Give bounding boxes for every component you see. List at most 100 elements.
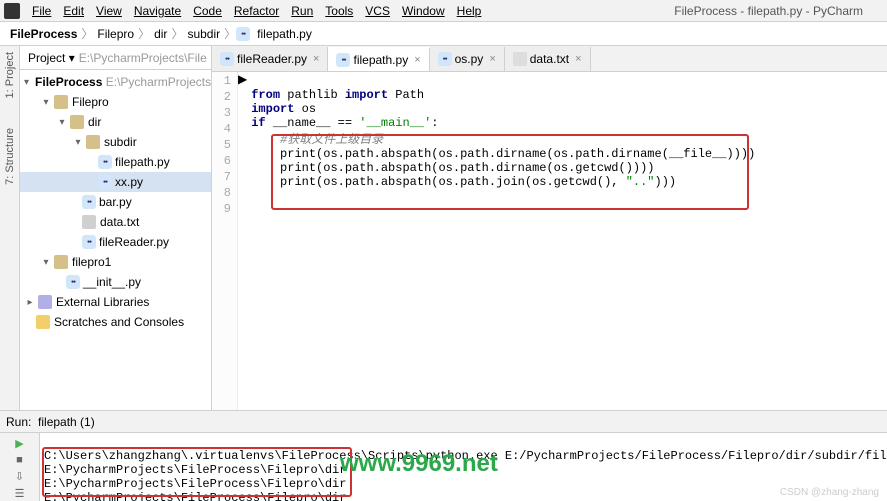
breadcrumb-item[interactable]: subdir bbox=[183, 27, 224, 41]
python-file-icon bbox=[236, 27, 250, 41]
run-tab-label[interactable]: filepath (1) bbox=[38, 415, 95, 429]
tree-label: Scratches and Consoles bbox=[54, 315, 184, 329]
editor-tab[interactable]: data.txt × bbox=[505, 47, 591, 71]
chevron-right-icon[interactable]: ▸ bbox=[24, 296, 36, 308]
project-root-path: E:\PycharmProjects\File bbox=[79, 51, 207, 65]
down-icon[interactable]: ⇩ bbox=[13, 470, 27, 483]
menu-file[interactable]: File bbox=[26, 2, 57, 20]
tree-node-external-libraries[interactable]: ▸ External Libraries bbox=[20, 292, 211, 312]
stop-icon[interactable]: ■ bbox=[13, 454, 27, 466]
close-icon[interactable]: × bbox=[489, 53, 495, 65]
tree-label: filepro1 bbox=[72, 255, 111, 269]
run-header: Run: filepath (1) bbox=[0, 411, 887, 433]
menu-vcs[interactable]: VCS bbox=[359, 2, 396, 20]
tree-node-file[interactable]: __init__.py bbox=[20, 272, 211, 292]
close-icon[interactable]: × bbox=[414, 54, 420, 66]
menu-tools[interactable]: Tools bbox=[319, 2, 359, 20]
chevron-down-icon[interactable]: ▾ bbox=[40, 96, 52, 108]
tab-label: filepath.py bbox=[353, 53, 408, 67]
editor-tab-active[interactable]: filepath.py × bbox=[328, 47, 429, 71]
tree-node-file[interactable]: data.txt bbox=[20, 212, 211, 232]
breadcrumb-file[interactable]: filepath.py bbox=[253, 27, 316, 41]
tree-node-folder[interactable]: ▾ dir bbox=[20, 112, 211, 132]
scratch-icon bbox=[36, 315, 50, 329]
text-file-icon bbox=[513, 52, 527, 66]
tree-node-folder[interactable]: ▾ Filepro bbox=[20, 92, 211, 112]
project-header: Project ▾ E:\PycharmProjects\File bbox=[20, 46, 211, 70]
menu-bar: File Edit View Navigate Code Refactor Ru… bbox=[0, 0, 887, 22]
run-gutter-icon[interactable]: ▶ bbox=[238, 72, 247, 410]
menu-refactor[interactable]: Refactor bbox=[228, 2, 285, 20]
tree-node-file[interactable]: fileReader.py bbox=[20, 232, 211, 252]
tree-label: bar.py bbox=[99, 195, 132, 209]
tree-node-file[interactable]: bar.py bbox=[20, 192, 211, 212]
folder-icon bbox=[70, 115, 84, 129]
project-tree[interactable]: ▾ FileProcess E:\PycharmProjects\File ▾ … bbox=[20, 70, 211, 410]
code-editor[interactable]: from pathlib import Path import os if __… bbox=[247, 72, 887, 410]
project-tool-window: Project ▾ E:\PycharmProjects\File ▾ File… bbox=[20, 46, 212, 410]
breadcrumb: FileProcess 〉 Filepro 〉 dir 〉 subdir 〉 f… bbox=[0, 22, 887, 46]
chevron-down-icon[interactable]: ▾ bbox=[40, 256, 52, 268]
tab-label: os.py bbox=[455, 52, 484, 66]
menu-edit[interactable]: Edit bbox=[57, 2, 90, 20]
tree-label: data.txt bbox=[100, 215, 139, 229]
tree-label: Filepro bbox=[72, 95, 109, 109]
menu-navigate[interactable]: Navigate bbox=[128, 2, 187, 20]
folder-icon bbox=[54, 95, 68, 109]
app-logo-icon bbox=[4, 3, 20, 19]
tree-node-file[interactable]: filepath.py bbox=[20, 152, 211, 172]
code-text: pathlib bbox=[287, 88, 345, 102]
toolwindow-tab-structure[interactable]: 7: Structure bbox=[4, 128, 16, 185]
chevron-down-icon[interactable]: ▾ bbox=[24, 76, 29, 88]
project-view-combo[interactable]: Project ▾ bbox=[24, 51, 75, 65]
credit-text: CSDN @zhang-zhang bbox=[780, 487, 879, 498]
close-icon[interactable]: × bbox=[575, 53, 581, 65]
toolwindow-tab-project[interactable]: 1: Project bbox=[4, 52, 16, 98]
editor-area: fileReader.py × filepath.py × os.py × da… bbox=[212, 46, 887, 410]
editor-tabs: fileReader.py × filepath.py × os.py × da… bbox=[212, 46, 887, 72]
tree-node-scratches[interactable]: Scratches and Consoles bbox=[20, 312, 211, 332]
highlight-box bbox=[271, 134, 749, 210]
run-console[interactable]: C:\Users\zhangzhang\.virtualenvs\FilePro… bbox=[40, 433, 887, 501]
tab-label: fileReader.py bbox=[237, 52, 307, 66]
tree-node-root[interactable]: ▾ FileProcess E:\PycharmProjects\File bbox=[20, 72, 211, 92]
code-text: : bbox=[431, 116, 438, 130]
code-keyword: import bbox=[251, 102, 301, 116]
menu-help[interactable]: Help bbox=[451, 2, 488, 20]
editor-gutter[interactable]: 123456789 bbox=[212, 72, 238, 410]
breadcrumb-item[interactable]: Filepro bbox=[93, 27, 138, 41]
editor-tab[interactable]: os.py × bbox=[430, 47, 505, 71]
tree-label: subdir bbox=[104, 135, 137, 149]
breadcrumb-item[interactable]: dir bbox=[150, 27, 171, 41]
menu-code[interactable]: Code bbox=[187, 2, 228, 20]
tree-node-folder[interactable]: ▾ subdir bbox=[20, 132, 211, 152]
chevron-right-icon: 〉 bbox=[138, 25, 150, 42]
rerun-icon[interactable]: ▶ bbox=[13, 437, 27, 450]
tree-label: FileProcess bbox=[35, 75, 102, 89]
editor-tab[interactable]: fileReader.py × bbox=[212, 47, 328, 71]
python-file-icon bbox=[82, 235, 96, 249]
library-icon bbox=[38, 295, 52, 309]
tree-label: filepath.py bbox=[115, 155, 170, 169]
tree-label: fileReader.py bbox=[99, 235, 169, 249]
menu-window[interactable]: Window bbox=[396, 2, 451, 20]
tree-node-folder[interactable]: ▾ filepro1 bbox=[20, 252, 211, 272]
tree-label: __init__.py bbox=[83, 275, 141, 289]
python-file-icon bbox=[98, 175, 112, 189]
python-file-icon bbox=[82, 195, 96, 209]
python-file-icon bbox=[220, 52, 234, 66]
chevron-down-icon[interactable]: ▾ bbox=[72, 136, 84, 148]
tree-node-file[interactable]: xx.py bbox=[20, 172, 211, 192]
code-text: __name__ == bbox=[273, 116, 359, 130]
run-toolbar: ▶ ■ ⇩ ☰ bbox=[0, 433, 40, 501]
run-tool-window: Run: filepath (1) ▶ ■ ⇩ ☰ C:\Users\zhang… bbox=[0, 410, 887, 501]
menu-view[interactable]: View bbox=[90, 2, 128, 20]
breadcrumb-project[interactable]: FileProcess bbox=[6, 27, 81, 41]
python-file-icon bbox=[66, 275, 80, 289]
python-file-icon bbox=[438, 52, 452, 66]
menu-run[interactable]: Run bbox=[285, 2, 319, 20]
tree-label: External Libraries bbox=[56, 295, 149, 309]
close-icon[interactable]: × bbox=[313, 53, 319, 65]
settings-icon[interactable]: ☰ bbox=[13, 487, 27, 500]
chevron-down-icon[interactable]: ▾ bbox=[56, 116, 68, 128]
